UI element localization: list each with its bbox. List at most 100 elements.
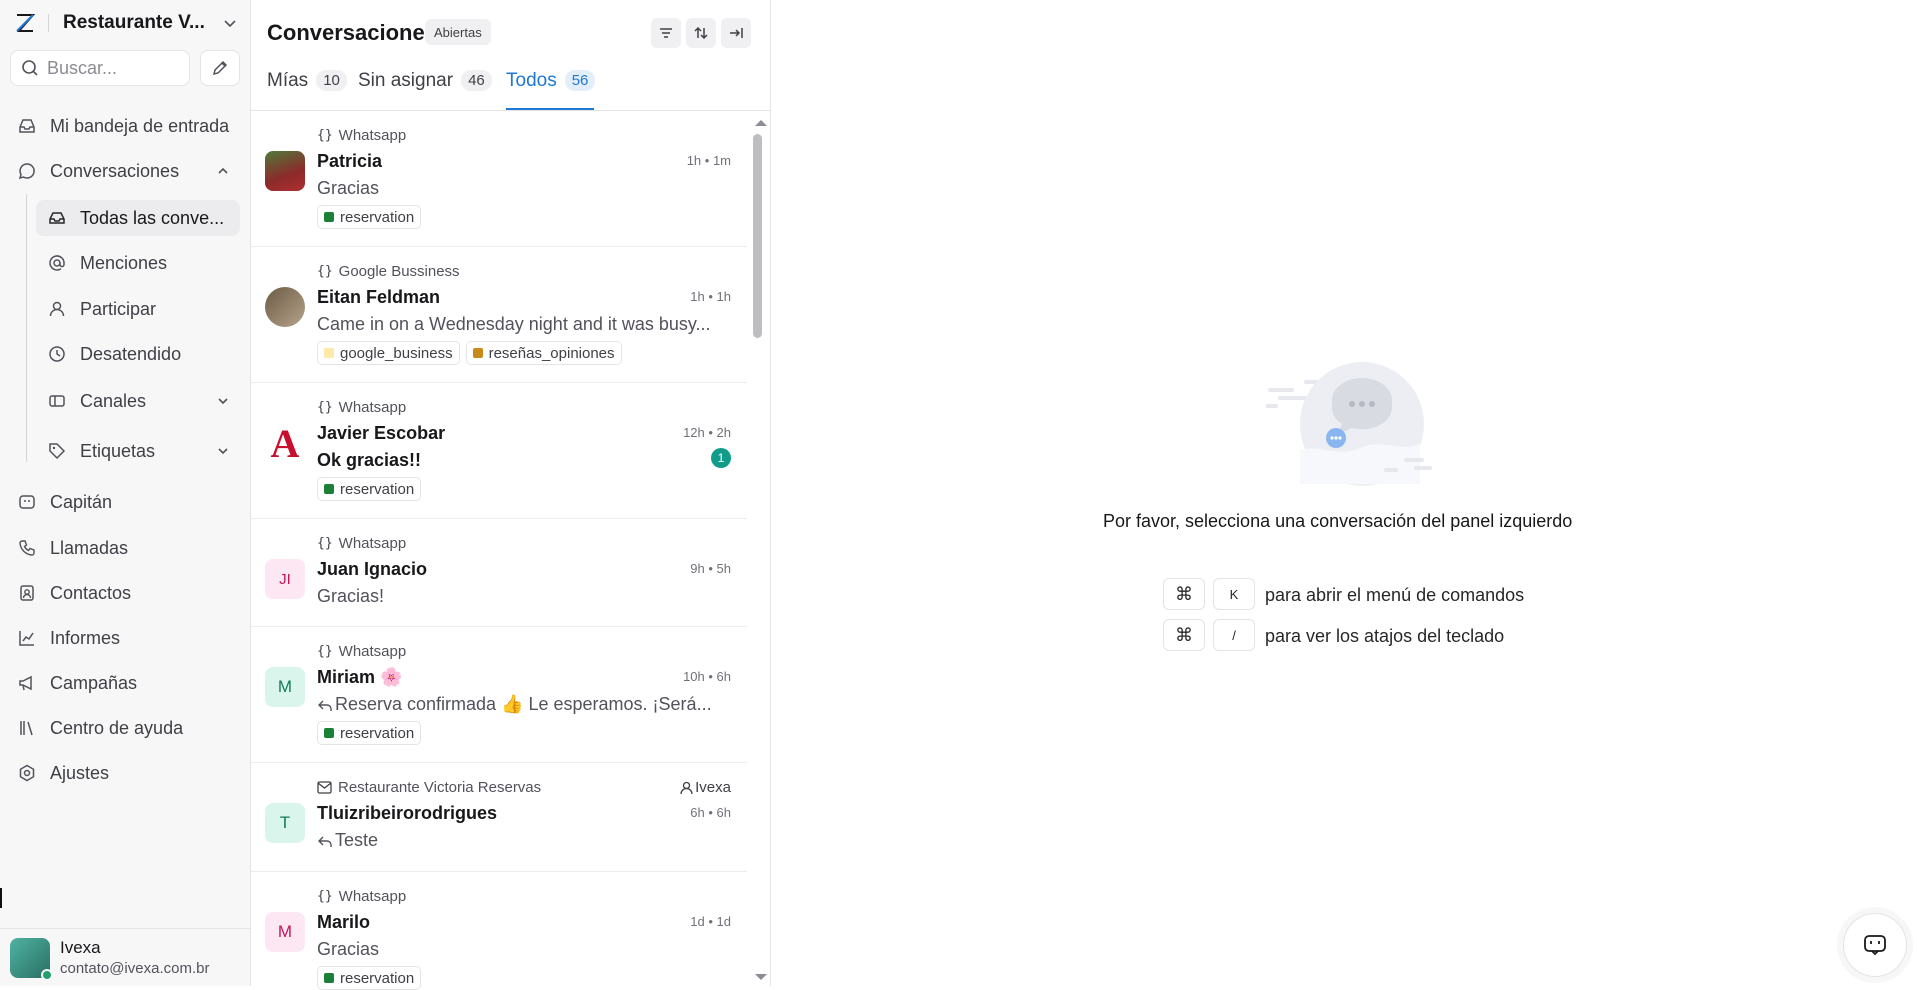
- sort-button[interactable]: [686, 18, 716, 48]
- tag-color-swatch: [324, 484, 334, 494]
- label-tag: reservation: [317, 721, 422, 745]
- sidebar-item-mentions[interactable]: Menciones: [36, 245, 240, 281]
- search-box[interactable]: [10, 50, 190, 86]
- conversation-item[interactable]: T Restaurante Victoria Reservas Ivexa Tl…: [251, 763, 747, 872]
- conversation-time: 9h • 5h: [690, 561, 731, 576]
- tab-all[interactable]: Todos 56: [506, 70, 596, 110]
- inbox-name: {} Google Bussiness: [317, 263, 460, 280]
- contact-name: Marilo: [317, 912, 371, 932]
- filter-button[interactable]: [651, 18, 681, 48]
- sidebar-item-settings[interactable]: Ajustes: [10, 755, 240, 791]
- whatsapp-channel-icon: {}: [317, 644, 333, 659]
- sidebar-item-calls[interactable]: Llamadas: [10, 530, 240, 566]
- unread-count-badge: 1: [711, 448, 731, 468]
- last-message: Gracias: [317, 939, 380, 959]
- conversation-item[interactable]: M {} Whatsapp Marilo 1d • 1d Gracias rese…: [251, 872, 747, 990]
- label-tag: reservation: [317, 477, 422, 501]
- sidebar-item-label: Contactos: [50, 582, 132, 603]
- chevron-down-icon: [216, 394, 230, 408]
- reply-arrow-icon: [317, 694, 333, 716]
- label-tag: reseñas_opiniones: [465, 341, 622, 365]
- conversation-time: 1h • 1h: [690, 289, 731, 304]
- sidebar-item-label: Informes: [50, 627, 121, 648]
- shortcut-label: para abrir el menú de comandos: [1265, 585, 1525, 605]
- sidebar-item-label: Conversaciones: [50, 160, 180, 181]
- sidebar-item-help-center[interactable]: Centro de ayuda: [10, 710, 240, 746]
- page-title: Conversaciones: [267, 20, 437, 45]
- sidebar-item-label: Ajustes: [50, 762, 110, 783]
- channels-icon: [46, 392, 68, 410]
- user-name: Ivexa: [60, 938, 101, 957]
- at-sign-icon: [46, 254, 68, 272]
- pencil-icon: [211, 59, 229, 77]
- whatsapp-channel-icon: {}: [317, 536, 333, 551]
- tag-icon: [46, 442, 68, 460]
- contact-name: Miriam 🌸: [317, 667, 403, 687]
- conversation-time: 12h • 2h: [683, 425, 731, 440]
- sidebar-item-contacts[interactable]: Contactos: [10, 575, 240, 611]
- compose-button[interactable]: [200, 50, 240, 86]
- contact-name: Javier Escobar: [317, 423, 446, 443]
- conversation-item[interactable]: M {} Whatsapp Miriam 🌸 10h • 6h Reserva c…: [251, 627, 747, 763]
- inbox-name: {} Whatsapp: [317, 535, 407, 552]
- tab-count: 56: [564, 70, 596, 91]
- label-tag: google_business: [317, 341, 460, 365]
- arrow-right-to-line-icon: [728, 25, 744, 41]
- user-profile[interactable]: Ivexa contato@ivexa.com.br: [0, 928, 251, 986]
- sidebar-item-label: Menciones: [80, 252, 168, 273]
- megaphone-icon: [16, 674, 38, 692]
- account-name: Restaurante V...: [63, 12, 205, 33]
- last-message: Reserva confirmada 👍 Le esperamos. ¡Será…: [335, 694, 712, 714]
- conversation-item[interactable]: {} Whatsapp Patricia 1h • 1m Gracias rese…: [251, 111, 747, 247]
- contact-avatar: [265, 151, 305, 191]
- inbox-name: {} Whatsapp: [317, 127, 407, 144]
- divider: [48, 14, 49, 32]
- nav-tree-line: [26, 194, 27, 462]
- conversation-item[interactable]: {} Google Bussiness Eitan Feldman 1h • 1h…: [251, 247, 747, 383]
- contacts-icon: [16, 584, 38, 602]
- search-icon: [21, 59, 39, 77]
- tab-label: Mías: [267, 70, 309, 91]
- sidebar: Restaurante V... Mi bandeja de entrada C…: [0, 0, 251, 986]
- account-switcher[interactable]: Restaurante V...: [14, 10, 238, 36]
- sidebar-item-labels[interactable]: Etiquetas: [36, 433, 240, 469]
- chevron-up-icon: [216, 164, 230, 178]
- label-tag: reservation: [317, 966, 422, 990]
- inbox-name: {} Whatsapp: [317, 643, 407, 660]
- collapse-panel-button[interactable]: [721, 18, 751, 48]
- sidebar-item-conversations[interactable]: Conversaciones: [10, 153, 240, 189]
- tab-unassigned[interactable]: Sin asignar 46: [358, 70, 492, 110]
- text-cursor: [0, 888, 2, 908]
- scrollbar-thumb[interactable]: [753, 134, 762, 338]
- tab-label: Sin asignar: [358, 70, 454, 91]
- whatsapp-channel-icon: {}: [317, 400, 333, 415]
- contact-avatar: M: [265, 912, 305, 952]
- empty-state-message: Por favor, selecciona una conversación d…: [1103, 511, 1573, 531]
- whatsapp-channel-icon: {}: [317, 889, 333, 904]
- settings-icon: [16, 764, 38, 782]
- sidebar-item-all-conversations[interactable]: Todas las conve...: [36, 200, 240, 236]
- conversation-item[interactable]: JI {} Whatsapp Juan Ignacio 9h • 5h Graci…: [251, 519, 747, 627]
- sidebar-item-unattended[interactable]: Desatendido: [36, 336, 240, 372]
- sidebar-item-label: Llamadas: [50, 537, 129, 558]
- sidebar-item-participating[interactable]: Participar: [36, 291, 240, 327]
- status-filter-badge[interactable]: Abiertas: [425, 19, 491, 45]
- conversation-list-panel: Conversaciones Abiertas Mías 10 Sin asig…: [251, 0, 771, 990]
- tab-mine[interactable]: Mías 10: [267, 70, 347, 110]
- email-channel-icon: [317, 781, 332, 794]
- last-message-row: Reserva confirmada 👍 Le esperamos. ¡Será…: [317, 694, 727, 716]
- tab-count: 46: [461, 70, 492, 91]
- chat-widget-button[interactable]: [1843, 913, 1907, 977]
- search-input[interactable]: [47, 57, 177, 79]
- last-message: Gracias!: [317, 586, 385, 606]
- tag-color-swatch: [324, 212, 334, 222]
- last-message: Came in on a Wednesday night and it was …: [317, 314, 711, 334]
- sidebar-item-reports[interactable]: Informes: [10, 620, 240, 656]
- tab-label: Todos: [506, 70, 557, 91]
- sidebar-item-captain[interactable]: Capitán: [10, 484, 240, 520]
- sidebar-item-channels[interactable]: Canales: [36, 383, 240, 419]
- last-message-row: Teste: [317, 830, 727, 852]
- sidebar-item-inbox[interactable]: Mi bandeja de entrada: [10, 108, 240, 144]
- sidebar-item-campaigns[interactable]: Campañas: [10, 665, 240, 701]
- conversation-item[interactable]: A {} Whatsapp Javier Escobar 12h • 2h Ok …: [251, 383, 747, 519]
